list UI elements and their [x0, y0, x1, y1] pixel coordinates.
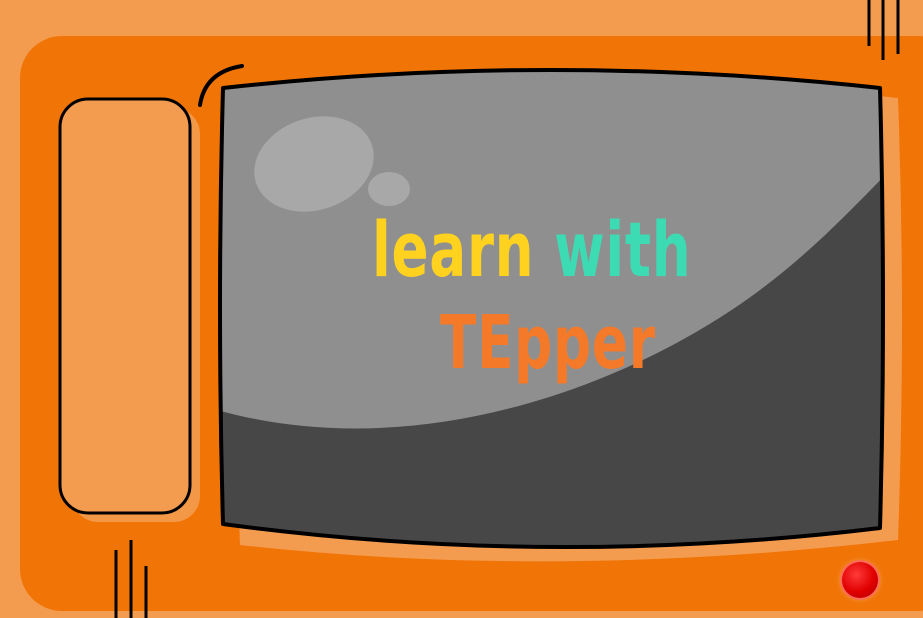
screen-highlight-small	[368, 172, 410, 206]
speaker-panel	[58, 97, 192, 515]
power-button-icon[interactable]	[842, 562, 878, 598]
tv-graphic	[0, 0, 923, 618]
tv-illustration: learn with TEpper	[0, 0, 923, 618]
